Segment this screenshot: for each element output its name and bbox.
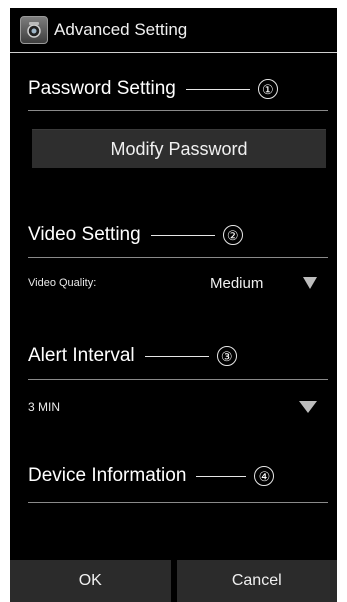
title-bar: Advanced Setting <box>10 8 337 53</box>
divider <box>28 110 328 111</box>
device-information-title[interactable]: Device Information <box>28 465 186 487</box>
password-setting-header: Password Setting ① <box>28 72 328 106</box>
video-setting-title: Video Setting <box>28 224 141 245</box>
device-information-header[interactable]: Device Information ④ <box>28 459 328 493</box>
callout-2: ② <box>150 225 243 245</box>
camera-app-icon <box>20 16 48 44</box>
badge-4: ④ <box>254 466 275 486</box>
video-quality-row[interactable]: Video Quality: Medium <box>28 270 328 296</box>
callout-1: ① <box>185 79 278 99</box>
dropdown-triangle-icon[interactable] <box>299 401 317 413</box>
callout-line <box>150 234 215 236</box>
badge-2: ② <box>222 225 243 245</box>
divider <box>28 257 328 258</box>
dropdown-triangle-icon[interactable] <box>303 277 317 289</box>
dialog-footer: OK Cancel <box>10 560 337 602</box>
alert-interval-value[interactable]: 3 MIN <box>28 400 60 414</box>
cancel-button[interactable]: Cancel <box>176 560 337 602</box>
advanced-setting-dialog: Advanced Setting Password Setting ① Modi… <box>10 8 337 602</box>
window-title: Advanced Setting <box>54 20 188 39</box>
video-setting-header: Video Setting ② <box>28 218 328 252</box>
modify-password-button[interactable]: Modify Password <box>32 129 326 168</box>
divider <box>28 502 328 503</box>
callout-line <box>196 475 247 477</box>
divider <box>28 379 328 380</box>
callout-line <box>144 355 209 357</box>
callout-3: ③ <box>144 346 237 366</box>
badge-3: ③ <box>216 346 237 366</box>
alert-interval-title: Alert Interval <box>28 345 135 366</box>
video-quality-value[interactable]: Medium <box>210 275 263 292</box>
alert-interval-row[interactable]: 3 MIN <box>28 394 328 420</box>
callout-4: ④ <box>196 466 275 486</box>
video-quality-label: Video Quality: <box>28 277 97 289</box>
ok-button[interactable]: OK <box>10 560 171 602</box>
callout-line <box>185 88 250 90</box>
badge-1: ① <box>257 79 278 99</box>
alert-interval-header: Alert Interval ③ <box>28 339 328 373</box>
password-setting-title: Password Setting <box>28 78 176 99</box>
